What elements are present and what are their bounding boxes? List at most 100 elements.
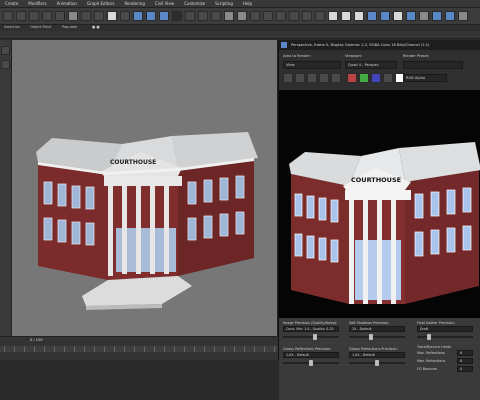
select-by-name-icon[interactable] bbox=[94, 11, 104, 21]
snaps-3d-icon[interactable] bbox=[237, 11, 247, 21]
keyboard-shortcut-icon[interactable] bbox=[211, 11, 221, 21]
bind-spacewarp-icon[interactable] bbox=[55, 11, 65, 21]
link-icon[interactable] bbox=[29, 11, 39, 21]
select-manipulate-icon[interactable] bbox=[198, 11, 208, 21]
max-reflections-field[interactable]: 6 bbox=[457, 350, 473, 356]
menu-item-animation[interactable]: Animation bbox=[52, 1, 82, 6]
image-precision-label: Image Precision (Quality/Noise): bbox=[283, 321, 338, 325]
viewport-select[interactable]: Quad 4 - Perspec bbox=[345, 61, 397, 69]
menu-item-rendering[interactable]: Rendering bbox=[119, 1, 149, 6]
menu-item-graph-editors[interactable]: Graph Editors bbox=[82, 1, 119, 6]
rect-select-icon[interactable] bbox=[107, 11, 117, 21]
max-refractions-field[interactable]: 6 bbox=[457, 358, 473, 364]
material-editor-icon[interactable] bbox=[393, 11, 403, 21]
print-image-icon[interactable] bbox=[319, 73, 329, 83]
menu-item-create[interactable]: Create bbox=[0, 1, 23, 6]
render-production-icon[interactable] bbox=[432, 11, 442, 21]
ribbon-tab-extra[interactable]: ■ ■ bbox=[92, 25, 100, 29]
viewport-sign-text: COURTHOUSE bbox=[110, 159, 156, 166]
scale-icon[interactable] bbox=[159, 11, 169, 21]
time-slider-label[interactable]: 0 / 100 bbox=[30, 338, 43, 342]
timeline-tick bbox=[154, 346, 155, 352]
copy-image-icon[interactable] bbox=[295, 73, 305, 83]
ribbon-icon[interactable] bbox=[354, 11, 364, 21]
soft-shadows-knob[interactable] bbox=[369, 334, 373, 340]
render-setup-icon[interactable] bbox=[406, 11, 416, 21]
layer-explorer-icon[interactable] bbox=[341, 11, 351, 21]
menu-item-scripting[interactable]: Scripting bbox=[210, 1, 238, 6]
selection-filter-icon[interactable] bbox=[68, 11, 78, 21]
spinner-snap-icon[interactable] bbox=[276, 11, 286, 21]
timeline-tick bbox=[4, 346, 5, 352]
timeline-tick bbox=[14, 346, 15, 352]
select-object-icon[interactable] bbox=[81, 11, 91, 21]
timeline[interactable]: 0 / 100 bbox=[0, 336, 278, 360]
perspective-viewport[interactable]: [ + ] [ Perspective ] [ Shaded ] Total P… bbox=[12, 40, 278, 336]
scene-explorer-icon[interactable] bbox=[1, 60, 10, 69]
move-icon[interactable] bbox=[133, 11, 143, 21]
save-image-icon[interactable] bbox=[283, 73, 293, 83]
clone-frame-icon[interactable] bbox=[307, 73, 317, 83]
viewport-nav-icon[interactable] bbox=[1, 46, 10, 55]
soft-shadows-field[interactable]: 1X - Default bbox=[349, 326, 405, 332]
image-precision-knob[interactable] bbox=[313, 334, 317, 340]
timeline-tick bbox=[44, 346, 45, 352]
rendered-frame-icon[interactable] bbox=[419, 11, 429, 21]
curve-editor-icon[interactable] bbox=[367, 11, 377, 21]
glossy-refractions-field[interactable]: 1.0X - Default bbox=[349, 352, 405, 358]
preset-select[interactable] bbox=[403, 61, 463, 69]
glossy-refractions-slider[interactable] bbox=[349, 360, 405, 366]
ribbon-bar: Selection Object Paint Populate ■ ■ bbox=[0, 25, 480, 39]
final-gather-slider[interactable] bbox=[417, 334, 473, 340]
mirror-icon[interactable] bbox=[302, 11, 312, 21]
soft-shadows-slider[interactable] bbox=[349, 334, 405, 340]
snaps-2d-icon[interactable] bbox=[224, 11, 234, 21]
blue-channel-icon[interactable] bbox=[371, 73, 381, 83]
image-precision-slider[interactable] bbox=[283, 334, 339, 340]
percent-snap-icon[interactable] bbox=[263, 11, 273, 21]
menu-item-customize[interactable]: Customize bbox=[179, 1, 210, 6]
glossy-refractions-knob[interactable] bbox=[375, 360, 379, 366]
menu-item-civil-view[interactable]: Civil View bbox=[150, 1, 179, 6]
timeline-tick bbox=[244, 346, 245, 352]
render-cloud-icon[interactable] bbox=[445, 11, 455, 21]
glossy-reflections-knob[interactable] bbox=[309, 360, 313, 366]
glossy-reflections-field[interactable]: 1.0X - Default bbox=[283, 352, 339, 358]
timeline-tick bbox=[64, 346, 65, 352]
align-icon[interactable] bbox=[315, 11, 325, 21]
timeline-tick bbox=[84, 346, 85, 352]
alpha-channel-icon[interactable] bbox=[383, 73, 393, 83]
ribbon-tab-selection[interactable]: Selection bbox=[4, 25, 20, 29]
final-gather-label: Final Gather Precision: bbox=[417, 321, 455, 325]
green-channel-icon[interactable] bbox=[359, 73, 369, 83]
image-precision-field[interactable]: Conv. Min: 1.0 , Quality: 0.25 bbox=[283, 326, 339, 332]
unlink-icon[interactable] bbox=[42, 11, 52, 21]
timeline-tick bbox=[124, 346, 125, 352]
edit-named-sel-icon[interactable] bbox=[289, 11, 299, 21]
ref-coord-icon[interactable] bbox=[172, 11, 182, 21]
ribbon-tab-populate[interactable]: Populate bbox=[62, 25, 77, 29]
window-crossing-icon[interactable] bbox=[120, 11, 130, 21]
final-gather-field[interactable]: Draft bbox=[417, 326, 473, 332]
viewport-label: Viewport: bbox=[345, 54, 363, 58]
menu-item-help[interactable]: Help bbox=[238, 1, 257, 6]
rotate-icon[interactable] bbox=[146, 11, 156, 21]
menu-item-modifiers[interactable]: Modifiers bbox=[23, 1, 51, 6]
glossy-reflections-slider[interactable] bbox=[283, 360, 339, 366]
final-gather-knob[interactable] bbox=[427, 334, 431, 340]
timeline-ruler[interactable] bbox=[0, 346, 278, 352]
area-select[interactable]: View bbox=[283, 61, 341, 69]
pivot-icon[interactable] bbox=[185, 11, 195, 21]
angle-snap-icon[interactable] bbox=[250, 11, 260, 21]
red-channel-icon[interactable] bbox=[347, 73, 357, 83]
fg-bounces-label: FG Bounces bbox=[417, 367, 438, 371]
clear-image-icon[interactable] bbox=[331, 73, 341, 83]
toggle-scene-explorer-icon[interactable] bbox=[328, 11, 338, 21]
a360-icon[interactable] bbox=[458, 11, 468, 21]
undo-icon[interactable] bbox=[3, 11, 13, 21]
ribbon-tab-object-paint[interactable]: Object Paint bbox=[30, 25, 51, 29]
redo-icon[interactable] bbox=[16, 11, 26, 21]
fg-bounces-field[interactable]: 0 bbox=[457, 366, 473, 372]
channel-select[interactable]: RGB Alpha bbox=[403, 74, 447, 82]
schematic-view-icon[interactable] bbox=[380, 11, 390, 21]
